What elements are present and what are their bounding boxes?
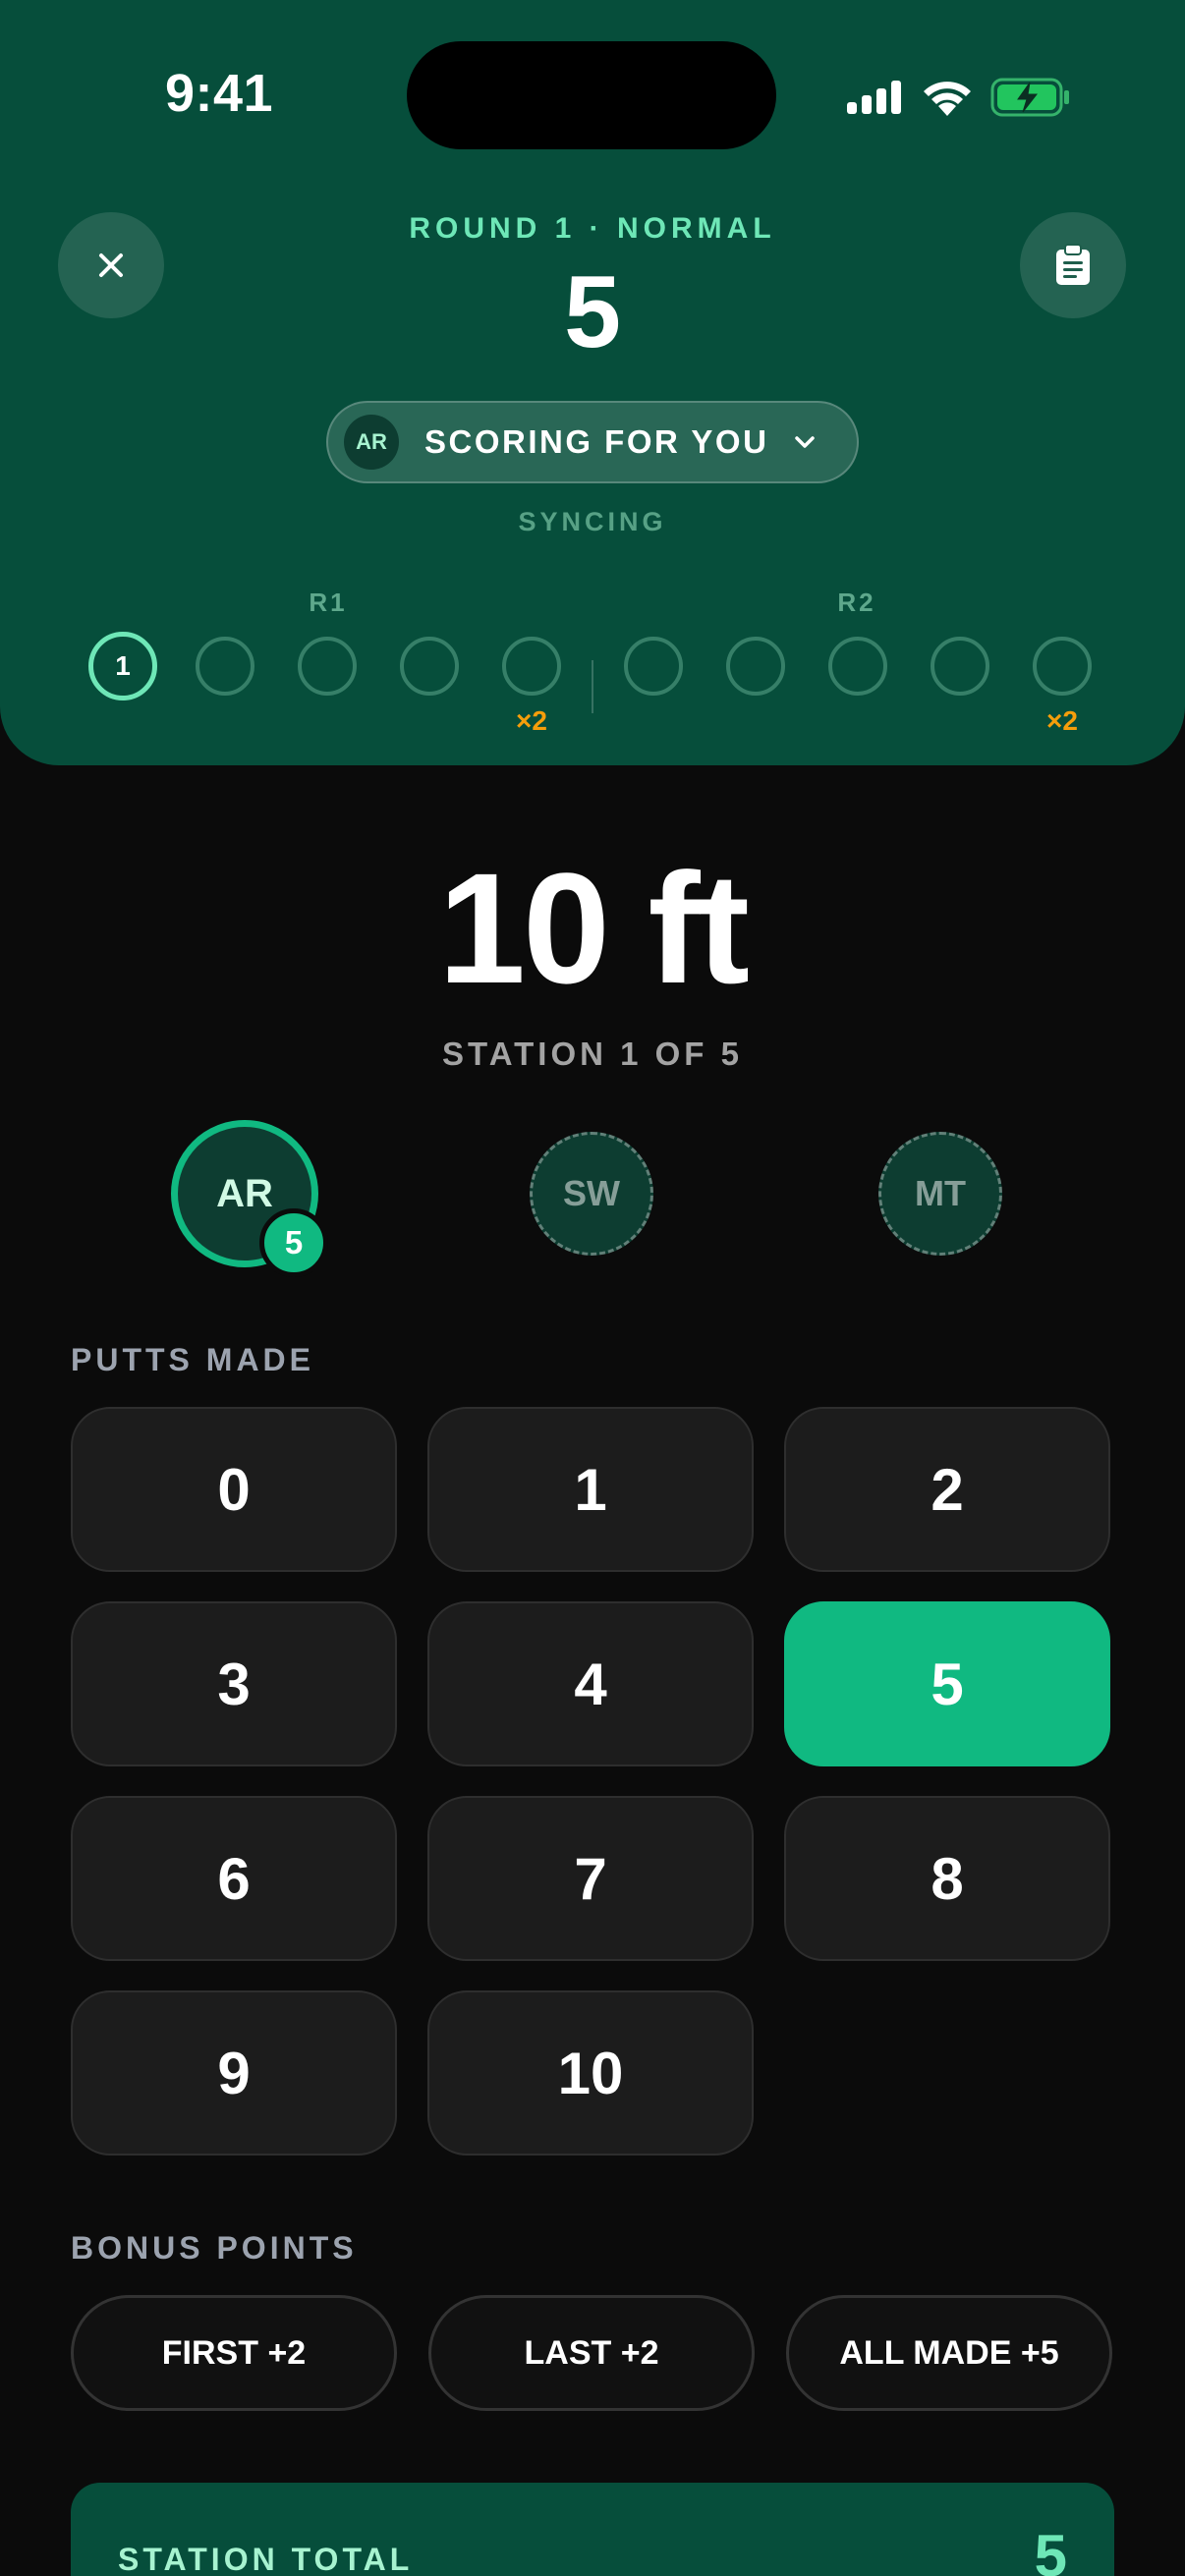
station-total-label: STATION TOTAL bbox=[118, 2542, 414, 2576]
bonus-all-made-button[interactable]: ALL MADE +5 bbox=[786, 2295, 1112, 2411]
round-header: 9:41 ROUND 1 · NORMAL 5 AR SCORING FOR Y… bbox=[0, 0, 1185, 765]
putt-key-10[interactable]: 10 bbox=[427, 1990, 754, 2156]
station-dot-10[interactable] bbox=[1033, 637, 1092, 696]
chevron-down-icon bbox=[794, 435, 816, 449]
station-dot-3[interactable] bbox=[298, 637, 357, 696]
putt-key-9[interactable]: 9 bbox=[71, 1990, 397, 2156]
station-dot-2[interactable] bbox=[196, 637, 254, 696]
bonus-points-label: BONUS POINTS bbox=[71, 2230, 358, 2266]
player-avatar-mt[interactable]: MT bbox=[878, 1132, 1002, 1256]
putt-key-3[interactable]: 3 bbox=[71, 1601, 397, 1766]
status-icons bbox=[847, 73, 1071, 122]
scoring-for-selector[interactable]: AR SCORING FOR YOU bbox=[326, 401, 859, 483]
station-dot-7[interactable] bbox=[726, 637, 785, 696]
putt-key-0[interactable]: 0 bbox=[71, 1407, 397, 1572]
station-dot-4[interactable] bbox=[400, 637, 459, 696]
round-label: ROUND 1 · NORMAL bbox=[409, 212, 776, 245]
signal-icon bbox=[847, 81, 901, 114]
group-label-r1: R1 bbox=[309, 588, 348, 617]
station-dot-5[interactable] bbox=[502, 637, 561, 696]
station-dot-1[interactable]: 1 bbox=[88, 632, 157, 700]
round-score: 5 bbox=[564, 255, 621, 369]
putts-made-label: PUTTS MADE bbox=[71, 1342, 314, 1377]
player-score-badge: 5 bbox=[259, 1208, 328, 1277]
status-time: 9:41 bbox=[165, 64, 274, 123]
bonus-first-button[interactable]: FIRST +2 bbox=[71, 2295, 397, 2411]
station-dot-9[interactable] bbox=[931, 637, 989, 696]
putt-key-7[interactable]: 7 bbox=[427, 1796, 754, 1961]
putt-key-2[interactable]: 2 bbox=[784, 1407, 1110, 1572]
dynamic-island bbox=[407, 41, 776, 149]
scoring-for-label: SCORING FOR YOU bbox=[424, 423, 769, 460]
putt-key-1[interactable]: 1 bbox=[427, 1407, 754, 1572]
station-label: STATION 1 OF 5 bbox=[442, 1036, 743, 1072]
putt-key-5[interactable]: 5 bbox=[784, 1601, 1110, 1766]
wifi-icon bbox=[924, 82, 971, 116]
station-total-value: 5 bbox=[1034, 2523, 1067, 2576]
player-avatar-sw[interactable]: SW bbox=[530, 1132, 653, 1256]
putt-key-8[interactable]: 8 bbox=[784, 1796, 1110, 1961]
multiplier-badge: ×2 bbox=[516, 705, 547, 736]
station-dot-8[interactable] bbox=[828, 637, 887, 696]
avatar: AR bbox=[344, 415, 399, 470]
station-distance: 10 ft bbox=[438, 840, 750, 1016]
bonus-last-button[interactable]: LAST +2 bbox=[428, 2295, 755, 2411]
round-divider bbox=[592, 660, 593, 713]
putt-key-4[interactable]: 4 bbox=[427, 1601, 754, 1766]
station-total-card: STATION TOTAL 5 bbox=[71, 2483, 1114, 2576]
battery-charging-icon bbox=[990, 78, 1069, 117]
sync-status: SYNCING bbox=[518, 507, 667, 536]
group-label-r2: R2 bbox=[837, 588, 876, 617]
station-dot-6[interactable] bbox=[624, 637, 683, 696]
multiplier-badge: ×2 bbox=[1046, 705, 1078, 736]
putt-key-6[interactable]: 6 bbox=[71, 1796, 397, 1961]
